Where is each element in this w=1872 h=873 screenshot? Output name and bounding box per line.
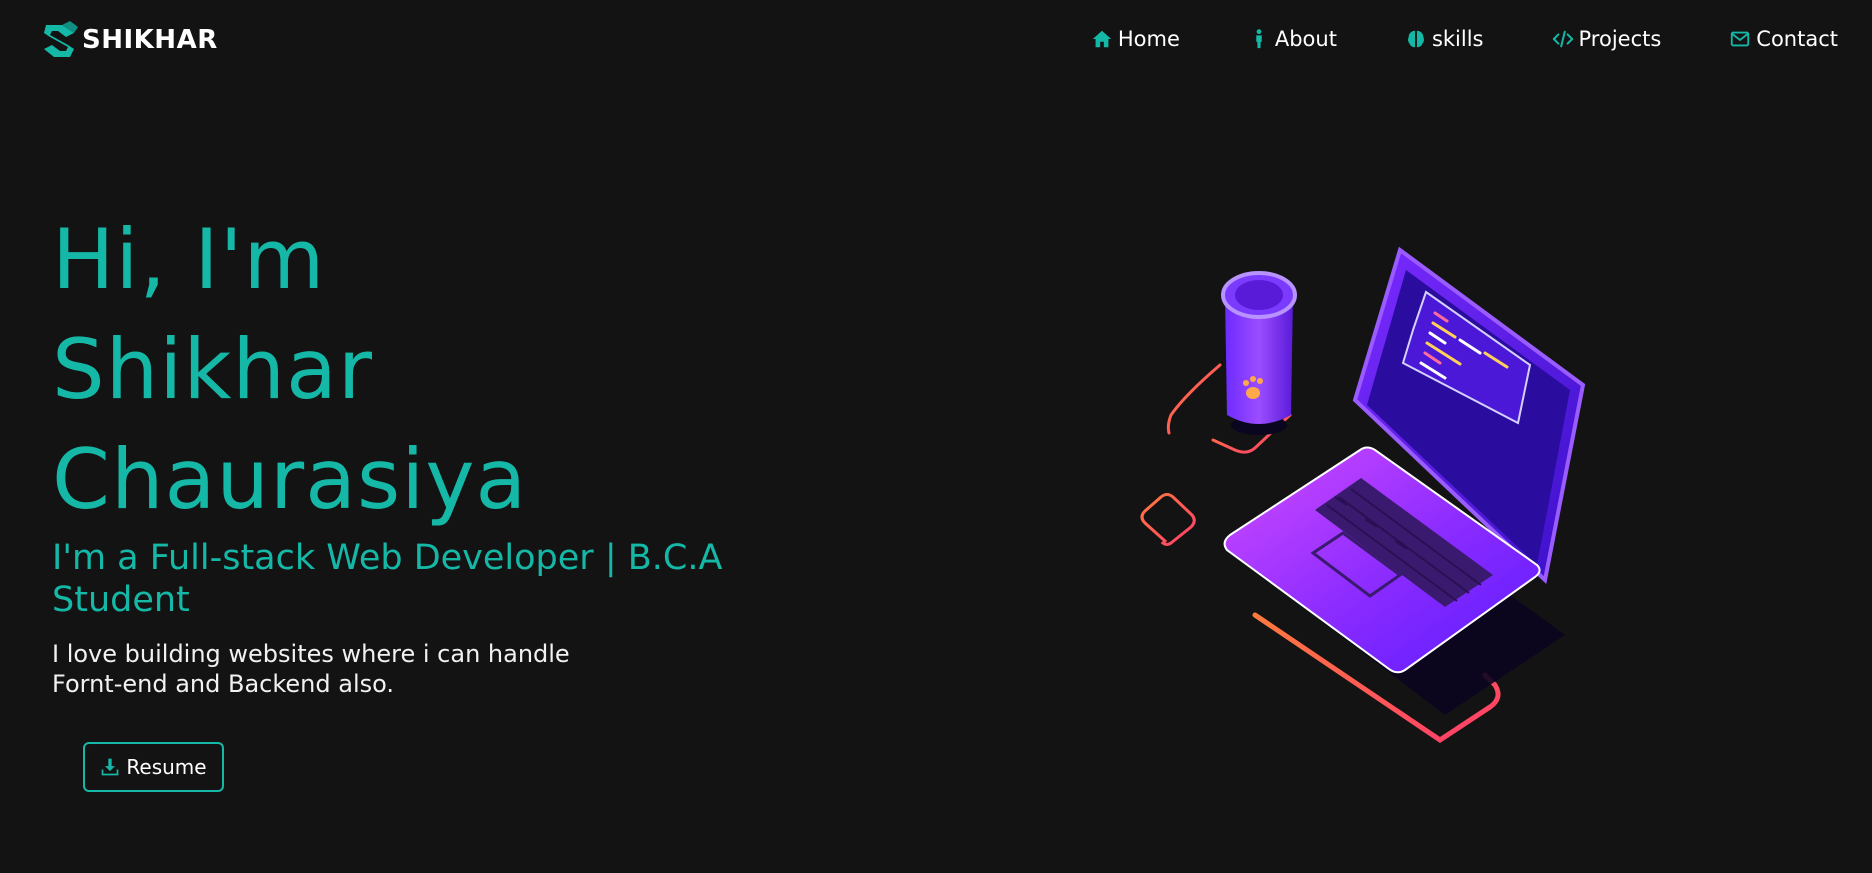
nav-links: Home About skills Projects Contact (1091, 24, 1838, 54)
nav-item-projects[interactable]: Projects (1552, 27, 1662, 51)
logo-text: SHIKHAR (82, 25, 218, 55)
logo-s-icon (44, 21, 78, 57)
hero-first-name: Shikhar (52, 321, 374, 418)
envelope-icon (1731, 31, 1750, 47)
nav-label-projects: Projects (1578, 27, 1662, 51)
nav-item-skills[interactable]: skills (1405, 27, 1484, 51)
nav-label-about: About (1274, 27, 1337, 51)
hero-last-name: Chaurasiya (52, 431, 528, 528)
resume-label: Resume (126, 755, 207, 779)
nav-label-skills: skills (1431, 27, 1484, 51)
hero-text: Hi, I'm Shikhar Chaurasiya I'm a Full-st… (52, 205, 812, 699)
hero-role: I'm a Full-stack Web Developer | B.C.A S… (52, 538, 723, 620)
navbar: SHIKHAR Home About skills Projects Conta… (0, 0, 1872, 80)
home-icon (1092, 30, 1112, 48)
nav-label-contact: Contact (1756, 27, 1838, 51)
nav-item-contact[interactable]: Contact (1729, 27, 1838, 51)
code-icon (1552, 30, 1573, 48)
laptop-illustration (1140, 246, 1586, 744)
person-icon (1256, 29, 1262, 49)
download-icon (102, 758, 119, 776)
resume-button[interactable]: Resume (83, 742, 224, 792)
hero-description: I love building websites where i can han… (52, 640, 570, 698)
logo[interactable]: SHIKHAR (40, 18, 218, 62)
hero-greeting: Hi, I'm (52, 211, 326, 308)
nav-item-home[interactable]: Home (1091, 27, 1180, 51)
nav-label-home: Home (1117, 27, 1180, 51)
nav-item-about[interactable]: About (1248, 27, 1337, 51)
brain-icon (1408, 30, 1424, 48)
